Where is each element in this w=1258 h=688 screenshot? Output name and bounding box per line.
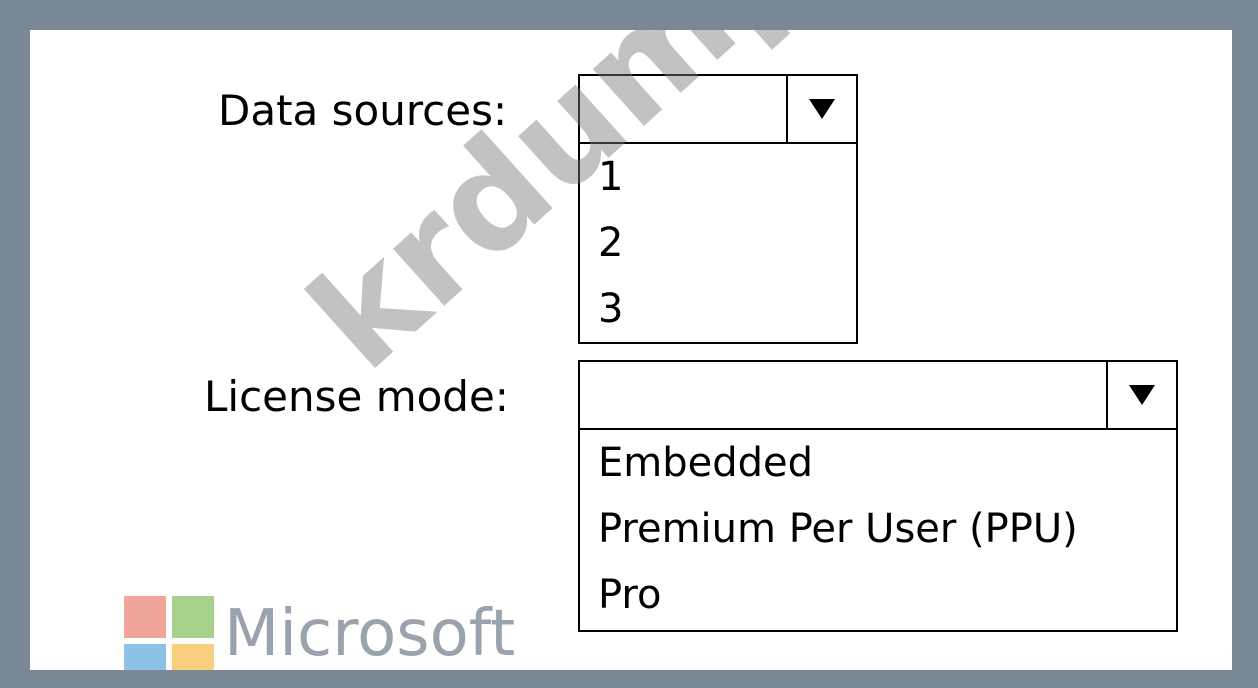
license-mode-dropdown-toggle[interactable] xyxy=(1106,362,1176,428)
license-mode-dropdown[interactable]: Embedded Premium Per User (PPU) Pro xyxy=(578,360,1178,632)
triangle-down-icon xyxy=(809,99,835,119)
license-mode-label: License mode: xyxy=(204,372,509,421)
logo-square-blue xyxy=(124,644,166,670)
logo-square-yellow xyxy=(172,644,214,670)
microsoft-wordmark: Microsoft xyxy=(224,597,516,670)
triangle-down-icon xyxy=(1129,385,1155,405)
microsoft-logo-icon xyxy=(124,596,216,670)
data-sources-select[interactable] xyxy=(580,76,856,144)
data-sources-label: Data sources: xyxy=(218,86,508,135)
data-sources-option[interactable]: 3 xyxy=(598,276,856,342)
license-mode-select[interactable] xyxy=(580,362,1176,430)
data-sources-option[interactable]: 2 xyxy=(598,210,856,276)
data-sources-dropdown[interactable]: 1 2 3 xyxy=(578,74,858,344)
license-mode-option[interactable]: Pro xyxy=(598,562,1176,628)
license-mode-options: Embedded Premium Per User (PPU) Pro xyxy=(580,430,1176,628)
question-panel: Data sources: 1 2 3 License mode: Embedd… xyxy=(30,30,1232,670)
license-mode-option[interactable]: Embedded xyxy=(598,430,1176,496)
data-sources-dropdown-toggle[interactable] xyxy=(786,76,856,142)
data-sources-options: 1 2 3 xyxy=(580,144,856,342)
license-mode-option[interactable]: Premium Per User (PPU) xyxy=(598,496,1176,562)
data-sources-option[interactable]: 1 xyxy=(598,144,856,210)
outer-frame: Data sources: 1 2 3 License mode: Embedd… xyxy=(0,0,1258,688)
logo-square-red xyxy=(124,596,166,638)
logo-square-green xyxy=(172,596,214,638)
